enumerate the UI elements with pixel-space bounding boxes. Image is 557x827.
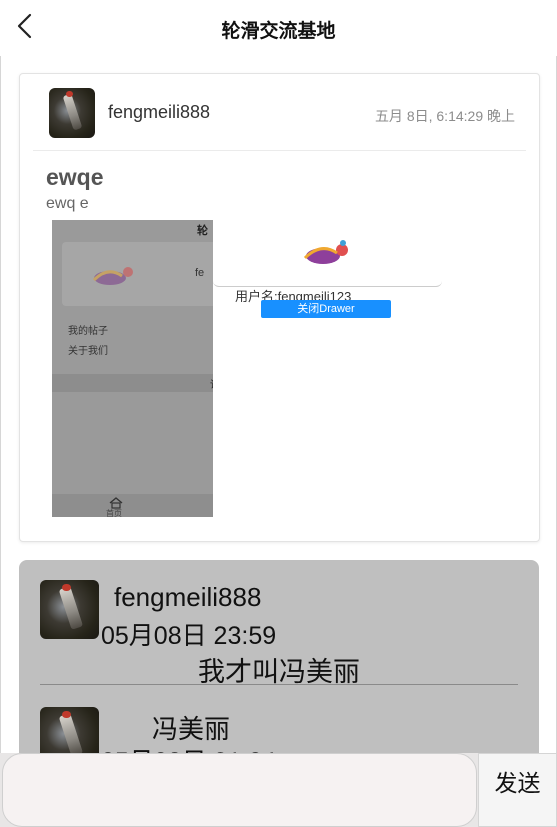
image-menu-about-us: 关于我们 — [68, 346, 108, 357]
image-bar — [52, 374, 213, 392]
divider — [40, 684, 518, 685]
image-drawer: 用户名:fengmeili123 关闭Drawer — [213, 220, 442, 517]
post-timestamp: 五月 8日, 6:14:29 晚上 — [374, 108, 515, 124]
image-close-drawer-button: 关闭Drawer — [261, 300, 391, 318]
app-header: 轮滑交流基地 — [0, 0, 557, 56]
post-content: ewq e — [46, 195, 89, 212]
comment-composer: 发送 — [0, 753, 557, 827]
image-home-label: 首页 — [106, 509, 122, 517]
comment-author[interactable]: fengmeili888 — [114, 582, 261, 613]
logo-icon — [303, 240, 348, 264]
comment-input[interactable] — [2, 753, 477, 827]
post-card: fengmeili888 五月 8日, 6:14:29 晚上 ewqe ewq … — [19, 73, 540, 542]
post-image[interactable]: 轮 fe 我的帖子 关于我们 论 首页 用户名:fengmeili123 — [52, 220, 442, 517]
image-tabbar — [52, 494, 213, 517]
logo-icon — [92, 267, 133, 285]
comment-author[interactable]: 冯美丽 — [152, 709, 230, 746]
page-title: 轮滑交流基地 — [221, 21, 336, 42]
comment-time: 05月08日 23:59 — [101, 622, 277, 650]
image-title-fragment: 轮 — [197, 225, 208, 237]
avatar[interactable] — [40, 580, 99, 639]
avatar[interactable] — [49, 88, 95, 138]
post-title: ewqe — [46, 164, 104, 190]
send-button[interactable]: 发送 — [478, 753, 557, 827]
image-card-text: fe — [195, 267, 205, 279]
post-author[interactable]: fengmeili888 — [108, 102, 210, 123]
image-menu-my-posts: 我的帖子 — [68, 326, 108, 337]
left-border — [0, 56, 1, 756]
divider — [33, 150, 526, 151]
